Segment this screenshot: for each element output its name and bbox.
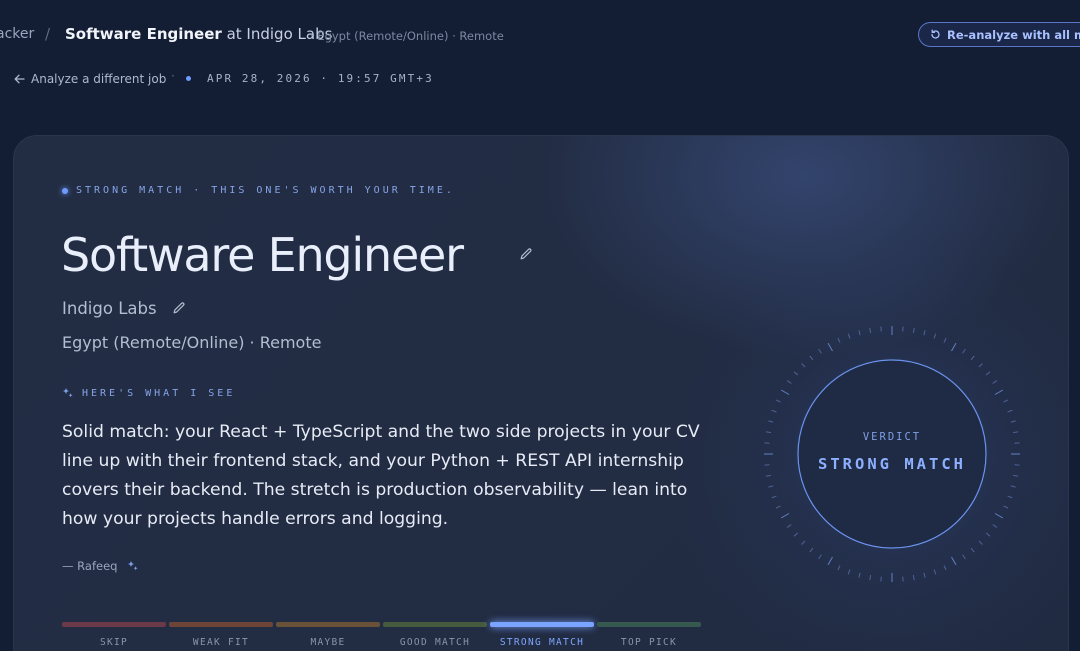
signature-text: — Rafeeq [62, 559, 118, 573]
job-location: Egypt (Remote/Online) · Remote [62, 333, 322, 352]
timestamp: APR 28, 2026 · 19:57 GMT+3 [207, 72, 434, 85]
separator-dot: · [171, 69, 175, 83]
sparkle-icon [63, 388, 73, 398]
scale-segment-maybe [276, 622, 380, 627]
scale-label: STRONG MATCH [499, 637, 585, 648]
company-name: Indigo Labs [62, 299, 157, 318]
kicker-dot-icon [62, 187, 68, 194]
scale-segment-good-match [383, 622, 487, 627]
scale-segment-skip [62, 622, 166, 627]
scale-label: GOOD MATCH [399, 637, 471, 648]
section-heading: HERE'S WHAT I SEE [62, 387, 235, 399]
verdict-value: STRONG MATCH [818, 455, 966, 473]
job-analysis-card: STRONG MATCH · THIS ONE'S WORTH YOUR TIM… [13, 135, 1069, 651]
back-link-label: Analyze a different job [31, 72, 167, 86]
breadcrumb-previous[interactable]: acker [0, 26, 34, 42]
status-dot [186, 76, 191, 81]
breadcrumb-meta: · Egypt (Remote/Online) · Remote [310, 29, 504, 43]
verdict-caption: VERDICT [862, 431, 922, 443]
reanalyze-button[interactable]: Re-analyze with all my C [918, 22, 1080, 47]
scale-label: MAYBE [310, 637, 346, 648]
top-bar: acker / Software Engineer at Indigo Labs… [0, 0, 1080, 86]
breadcrumb-separator: / [45, 25, 51, 43]
match-kicker: STRONG MATCH · THIS ONE'S WORTH YOUR TIM… [62, 185, 455, 196]
verdict-dial: VERDICT STRONG MATCH [759, 321, 1025, 587]
job-title: Software Engineer [61, 228, 464, 282]
scale-segment-weak-fit [169, 622, 273, 627]
edit-company-icon[interactable] [172, 300, 186, 319]
sparkle-icon [128, 561, 139, 571]
edit-title-icon[interactable] [519, 246, 533, 265]
section-heading-text: HERE'S WHAT I SEE [82, 387, 236, 399]
reanalyze-label: Re-analyze with all my C [947, 27, 1080, 42]
scale-segment-strong-match [490, 622, 594, 627]
verdict-dial-graphic [764, 326, 1020, 582]
scale-label: SKIP [99, 637, 129, 648]
scale-label: TOP PICK [620, 637, 678, 648]
breadcrumb-job-title: Software Engineer [65, 25, 222, 43]
breadcrumb-current: Software Engineer at Indigo Labs [65, 25, 332, 43]
scale-segment-top-pick [597, 622, 701, 627]
analysis-summary: Solid match: your React + TypeScript and… [62, 422, 700, 529]
arrow-left-icon [14, 74, 25, 84]
scale-label: WEAK FIT [192, 637, 250, 648]
signature: — Rafeeq [62, 559, 139, 573]
match-scale: SKIP WEAK FIT MAYBE GOOD MATCH STRONG MATCH T… [62, 622, 702, 651]
refresh-icon [931, 29, 940, 39]
analyze-different-job-link[interactable]: Analyze a different job [14, 72, 166, 86]
kicker-text: STRONG MATCH · THIS ONE'S WORTH YOUR TIM… [76, 185, 455, 196]
